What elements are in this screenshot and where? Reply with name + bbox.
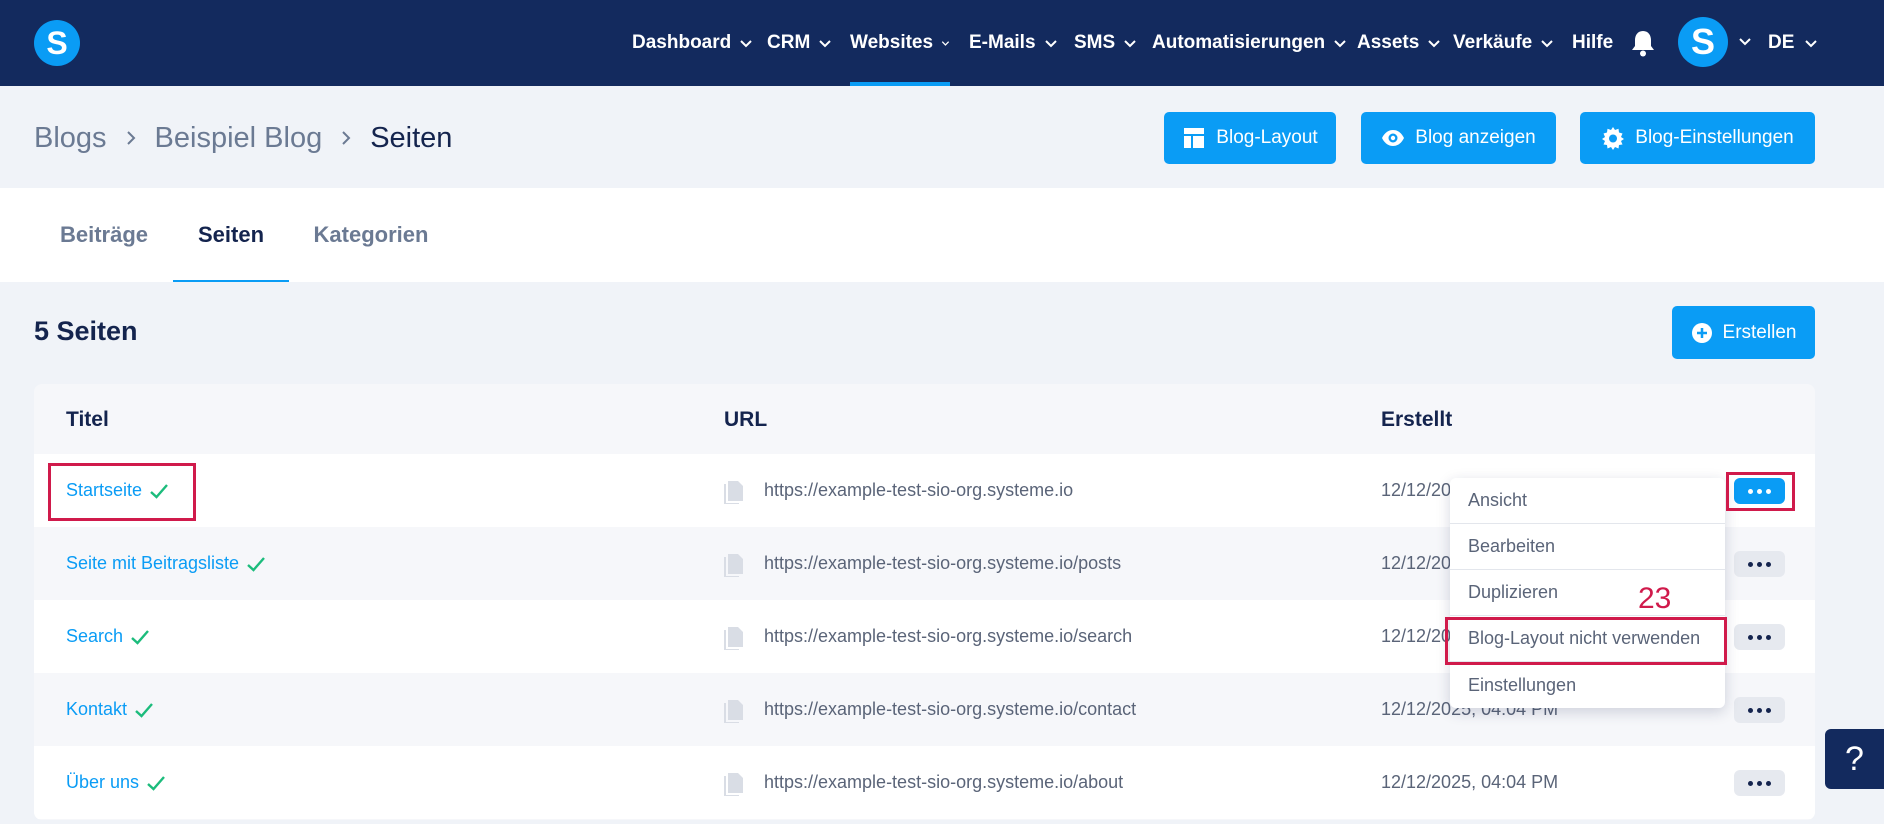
create-button[interactable]: Erstellen <box>1672 306 1815 359</box>
highlight-box-blog-layout-nicht-verwenden <box>1445 617 1727 665</box>
nav-item-automatisierungen[interactable]: Automatisierungen <box>1152 0 1347 86</box>
table-row: Über uns https://example-test-sio-org.sy… <box>34 746 1815 819</box>
page-created-date: 12/12/2025, 04:04 PM <box>1381 772 1559 792</box>
layout-icon <box>1184 128 1205 148</box>
page-url: https://example-test-sio-org.systeme.io/… <box>724 527 1121 600</box>
breadcrumb-item-seiten: Seiten <box>370 121 453 154</box>
nav-item-sms[interactable]: SMS <box>1074 0 1137 86</box>
highlight-box-more-actions <box>1726 472 1795 511</box>
column-header-created: Erstellt <box>1381 408 1453 431</box>
nav-item-emails[interactable]: E-Mails <box>969 0 1058 86</box>
annotation-number: 23 <box>1638 582 1672 615</box>
menu-item-ansicht[interactable]: Ansicht <box>1450 478 1725 524</box>
menu-item-duplizieren[interactable]: Duplizieren <box>1450 570 1725 616</box>
row-actions-menu: Ansicht Bearbeiten Duplizieren Blog-Layo… <box>1450 478 1725 708</box>
more-actions-button[interactable] <box>1734 770 1785 796</box>
menu-item-einstellungen[interactable]: Einstellungen <box>1450 662 1725 708</box>
more-actions-button[interactable] <box>1734 551 1785 577</box>
file-icon <box>724 772 743 796</box>
check-icon <box>247 556 265 572</box>
column-header-url: URL <box>724 408 768 431</box>
tab-bar: Beiträge Seiten Kategorien <box>0 188 1884 282</box>
chevron-right-icon <box>126 131 135 145</box>
page-url: https://example-test-sio-org.systeme.io/… <box>724 746 1123 819</box>
gear-icon <box>1602 127 1625 150</box>
file-icon <box>724 553 743 577</box>
chevron-right-icon <box>342 131 351 145</box>
tab-kategorien[interactable]: Kategorien <box>306 188 436 282</box>
page-created-date: 12/12/20 <box>1381 553 1452 573</box>
check-icon <box>135 702 153 718</box>
blog-settings-button[interactable]: Blog-Einstellungen <box>1580 112 1815 164</box>
nav-item-verkaeufe[interactable]: Verkäufe <box>1453 0 1554 86</box>
breadcrumb: Blogs Beispiel Blog Seiten <box>34 118 452 158</box>
eye-icon <box>1382 130 1405 146</box>
page-url: https://example-test-sio-org.systeme.io/… <box>724 673 1136 746</box>
page-created-date: 12/12/20 <box>1381 626 1452 646</box>
chevron-down-icon <box>1428 40 1441 48</box>
page-title-link[interactable]: Kontakt <box>66 673 155 746</box>
more-actions-button[interactable] <box>1734 624 1785 650</box>
breadcrumb-item-beispiel-blog[interactable]: Beispiel Blog <box>155 122 323 155</box>
page-url: https://example-test-sio-org.systeme.io/… <box>724 600 1132 673</box>
blog-layout-button[interactable]: Blog-Layout <box>1164 112 1336 164</box>
systeme-logo[interactable]: S <box>34 20 80 66</box>
chevron-down-icon <box>1334 40 1346 48</box>
tab-beitraege[interactable]: Beiträge <box>52 188 156 282</box>
page-url: https://example-test-sio-org.systeme.io <box>724 454 1073 527</box>
blog-view-button[interactable]: Blog anzeigen <box>1361 112 1556 164</box>
chevron-down-icon <box>1124 40 1136 48</box>
chevron-down-icon <box>1044 40 1057 48</box>
file-icon <box>724 480 743 504</box>
menu-item-bearbeiten[interactable]: Bearbeiten <box>1450 524 1725 570</box>
file-icon <box>724 699 743 723</box>
help-button[interactable]: ? <box>1825 729 1884 789</box>
page-count-title: 5 Seiten <box>34 316 138 346</box>
chevron-down-icon <box>1805 40 1818 48</box>
nav-item-websites[interactable]: Websites <box>850 0 950 86</box>
chevron-down-icon[interactable] <box>1738 34 1752 48</box>
tab-seiten[interactable]: Seiten <box>173 188 289 282</box>
breadcrumb-item-blogs[interactable]: Blogs <box>34 122 107 155</box>
check-icon <box>147 775 165 791</box>
plus-circle-icon <box>1691 322 1712 343</box>
avatar[interactable]: S <box>1678 17 1728 67</box>
page-created-date: 12/12/20 <box>1381 480 1452 500</box>
chevron-down-icon <box>941 41 950 46</box>
page-title-link[interactable]: Search <box>66 600 151 673</box>
top-navigation-bar: S Dashboard CRM Websites E-Mails SMS Aut… <box>0 0 1884 86</box>
bell-icon[interactable] <box>1630 29 1656 57</box>
nav-item-dashboard[interactable]: Dashboard <box>632 0 753 86</box>
nav-item-assets[interactable]: Assets <box>1357 0 1441 86</box>
column-header-title: Titel <box>66 408 109 431</box>
chevron-down-icon <box>819 40 831 48</box>
page-title-link[interactable]: Über uns <box>66 746 167 819</box>
more-actions-button[interactable] <box>1734 697 1785 723</box>
file-icon <box>724 626 743 650</box>
chevron-down-icon <box>740 40 752 48</box>
nav-item-crm[interactable]: CRM <box>767 0 832 86</box>
language-selector[interactable]: DE <box>1768 0 1818 86</box>
check-icon <box>131 629 149 645</box>
page-title-link[interactable]: Seite mit Beitragsliste <box>66 527 267 600</box>
highlight-box-startseite <box>48 463 196 521</box>
chevron-down-icon <box>1541 40 1553 48</box>
nav-item-hilfe[interactable]: Hilfe <box>1572 0 1613 86</box>
